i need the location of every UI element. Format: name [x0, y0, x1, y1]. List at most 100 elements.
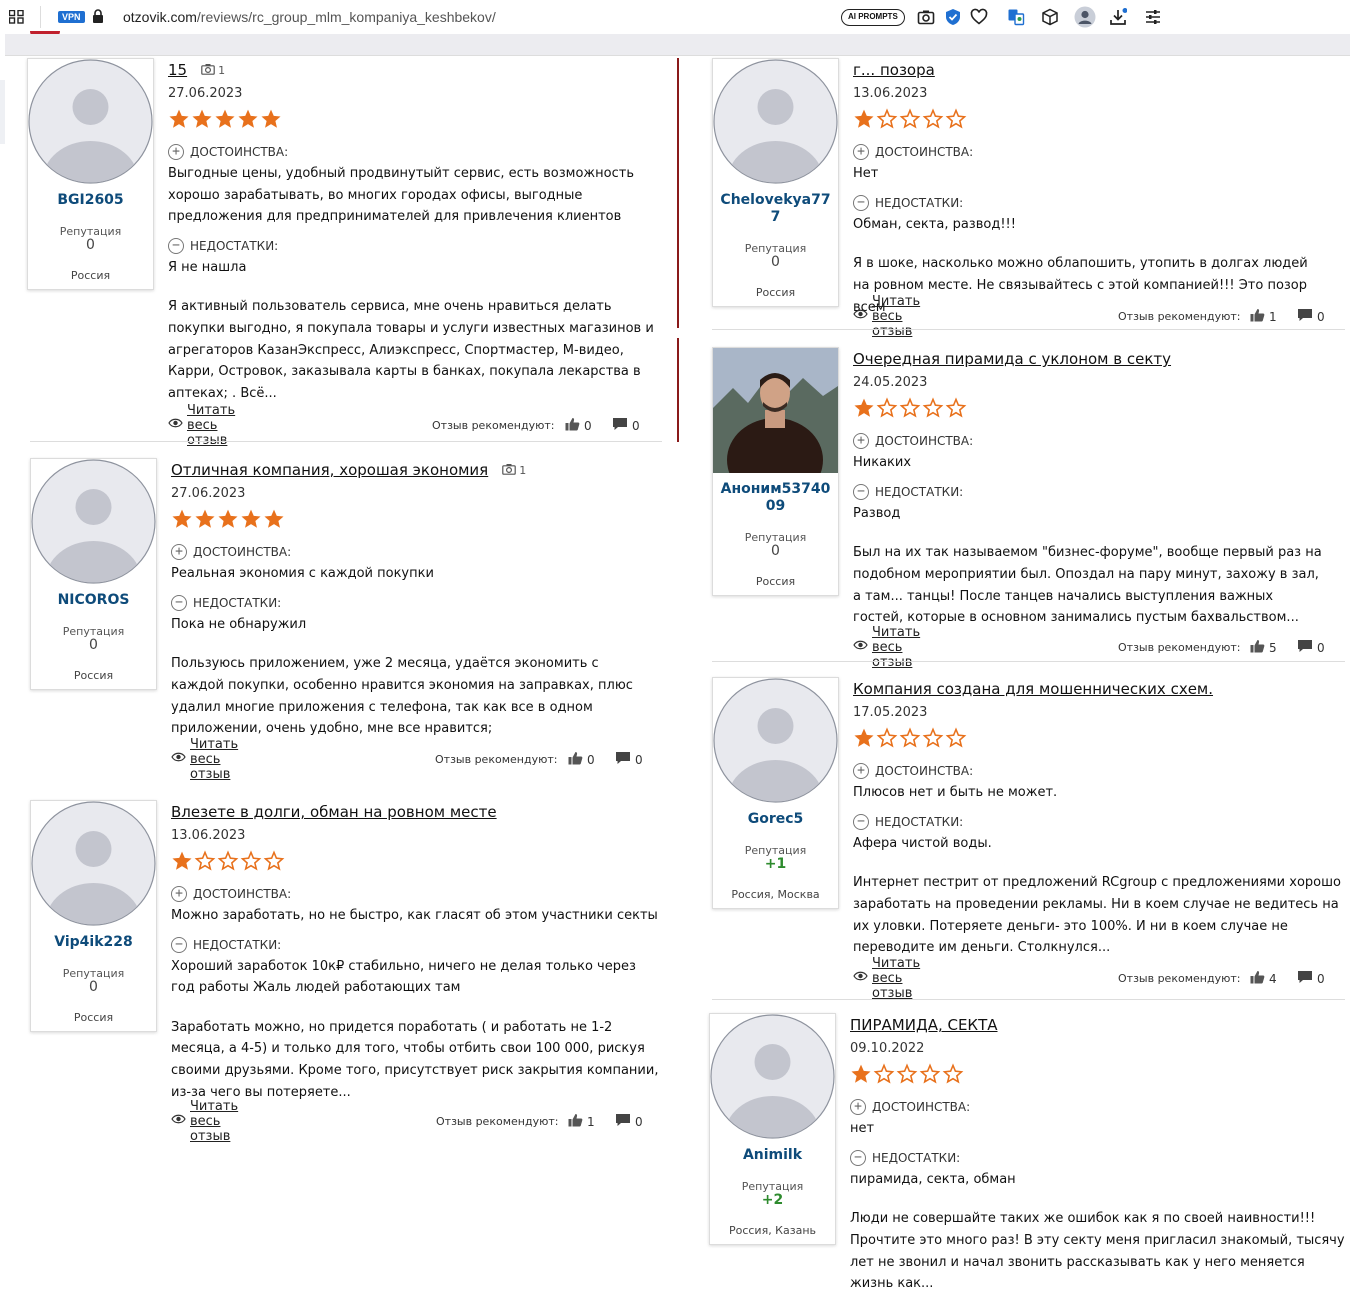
cons-text: Афера чистой воды. [853, 835, 992, 851]
like-button[interactable]: 4 [1250, 970, 1277, 987]
review-divider [712, 661, 1345, 662]
apps-grid-icon[interactable] [9, 10, 24, 24]
avatar[interactable] [713, 348, 838, 473]
read-full-review-link[interactable]: Читать весь отзыв [853, 956, 920, 1001]
lock-icon[interactable] [92, 9, 104, 24]
author-card: BGI2605 Репутация 0 Россия [27, 58, 154, 290]
review-divider [712, 329, 1345, 330]
comments-button[interactable]: 0 [615, 1113, 643, 1130]
star-empty-icon [942, 1063, 964, 1089]
comments-button[interactable]: 0 [615, 751, 643, 768]
comment-bubble-icon [615, 751, 631, 768]
review-date: 13.06.2023 [853, 86, 928, 101]
comments-button[interactable]: 0 [1297, 308, 1325, 325]
read-full-review-link[interactable]: Читать весь отзыв [853, 294, 920, 339]
camera-icon[interactable] [917, 8, 935, 26]
pros-label: ДОСТОИНСТВА: [190, 145, 289, 159]
review-title-row: ПИРАМИДА, СЕКТА [850, 1013, 1345, 1037]
profile-icon[interactable] [1074, 6, 1096, 28]
review-title-link[interactable]: 15 [168, 61, 187, 79]
like-button[interactable]: 1 [568, 1113, 595, 1130]
photo-count[interactable]: 1 [502, 463, 526, 478]
comments-button[interactable]: 0 [1297, 639, 1325, 656]
vpn-badge[interactable]: VPN [58, 11, 85, 23]
left-edge-panel [0, 80, 5, 144]
author-name-link[interactable]: NICOROS [31, 592, 156, 609]
review-footer: Читать весь отзыв [168, 403, 235, 448]
download-icon[interactable] [1109, 8, 1127, 26]
author-location: Россия [70, 269, 111, 282]
author-name-link[interactable]: Аноним5374009 [713, 481, 838, 515]
toolbar-divider [40, 6, 41, 28]
review-title-link[interactable]: Очередная пирамида с уклоном в секту [853, 350, 1171, 368]
review-title-link[interactable]: Отличная компания, хорошая экономия [171, 461, 488, 479]
star-empty-icon [922, 108, 944, 134]
plus-circle-icon: + [168, 144, 184, 160]
recommend-label: Отзыв рекомендуют: [435, 753, 558, 766]
column-divider [677, 338, 679, 442]
read-full-review-link[interactable]: Читать весь отзыв [853, 625, 920, 670]
minus-circle-icon: − [853, 483, 869, 500]
cons-text: Я не нашла [168, 259, 247, 275]
star-empty-icon [876, 397, 898, 423]
column-divider [677, 58, 679, 328]
review-title-link[interactable]: ПИРАМИДА, СЕКТА [850, 1016, 998, 1034]
review-footer: Читать весь отзыв [171, 737, 238, 782]
comment-count: 0 [635, 752, 643, 767]
like-button[interactable]: 0 [568, 751, 595, 768]
review-excerpt: Заработать можно, но придется поработать… [171, 1019, 659, 1100]
cons-label: НЕДОСТАТКИ: [190, 238, 279, 253]
pros-label: ДОСТОИНСТВА: [875, 764, 974, 778]
settings-sliders-icon[interactable] [1144, 8, 1162, 26]
eye-icon [168, 417, 183, 433]
comments-button[interactable]: 0 [1297, 970, 1325, 987]
cons-heading: − НЕДОСТАТКИ: [850, 1149, 1345, 1166]
star-empty-icon [240, 850, 262, 876]
like-count: 0 [587, 752, 595, 767]
pros-text: Нет [853, 166, 879, 181]
like-button[interactable]: 1 [1250, 308, 1277, 325]
like-button[interactable]: 5 [1250, 639, 1277, 656]
read-full-review-link[interactable]: Читать весь отзыв [171, 737, 238, 782]
review-title-link[interactable]: г... позора [853, 61, 935, 79]
read-full-review-link[interactable]: Читать весь отзыв [171, 1099, 238, 1144]
plus-circle-icon: + [853, 763, 869, 779]
author-name-link[interactable]: Chelovekya777 [713, 192, 838, 226]
review-content: г... позора 13.06.2023 + ДОСТОИНСТВА: Нет − НЕ… [853, 58, 1323, 318]
avatar[interactable] [710, 1014, 835, 1139]
like-button[interactable]: 0 [565, 417, 592, 434]
translate-icon[interactable] [1007, 8, 1025, 26]
star-filled-icon [194, 508, 216, 534]
avatar[interactable] [28, 59, 153, 184]
author-name-link[interactable]: Animilk [710, 1147, 835, 1164]
pros-text: нет [850, 1121, 875, 1136]
like-count: 4 [1269, 971, 1277, 986]
ai-prompts-button[interactable]: AI PROMPTS [841, 9, 905, 26]
review-excerpt: Люди не совершайте таких же ошибок как я… [850, 1211, 1345, 1292]
avatar[interactable] [31, 459, 156, 584]
cons-label: НЕДОСТАТКИ: [872, 1150, 961, 1165]
read-full-label: Читать весь отзыв [872, 624, 921, 670]
author-name-link[interactable]: Vip4ik228 [31, 934, 156, 951]
avatar[interactable] [31, 801, 156, 926]
avatar[interactable] [713, 678, 838, 803]
photo-count[interactable]: 1 [201, 63, 225, 78]
author-name-link[interactable]: BGI2605 [28, 192, 153, 209]
heart-icon[interactable] [970, 8, 988, 26]
author-name-link[interactable]: Gorec5 [713, 811, 838, 828]
review-title-link[interactable]: Компания создана для мошеннических схем. [853, 680, 1213, 698]
comments-button[interactable]: 0 [612, 417, 640, 434]
cons-text: пирамида, секта, обман [850, 1171, 1016, 1187]
cons-heading: − НЕДОСТАТКИ: [171, 594, 636, 611]
address-bar[interactable]: otzovik.com/reviews/rc_group_mlm_kompani… [123, 9, 496, 25]
avatar[interactable] [713, 59, 838, 184]
comment-count: 0 [635, 1114, 643, 1129]
review-content: Отличная компания, хорошая экономия 1 27.0… [171, 458, 636, 740]
review-excerpt: Был на их так называемом "бизнес-форуме"… [853, 545, 1322, 626]
cube-icon[interactable] [1041, 8, 1059, 26]
review-title-link[interactable]: Влезете в долги, обман на ровном месте [171, 803, 497, 821]
shield-icon[interactable] [944, 8, 962, 26]
pros-label: ДОСТОИНСТВА: [875, 145, 974, 159]
like-count: 5 [1269, 640, 1277, 655]
minus-circle-icon: − [853, 813, 869, 830]
